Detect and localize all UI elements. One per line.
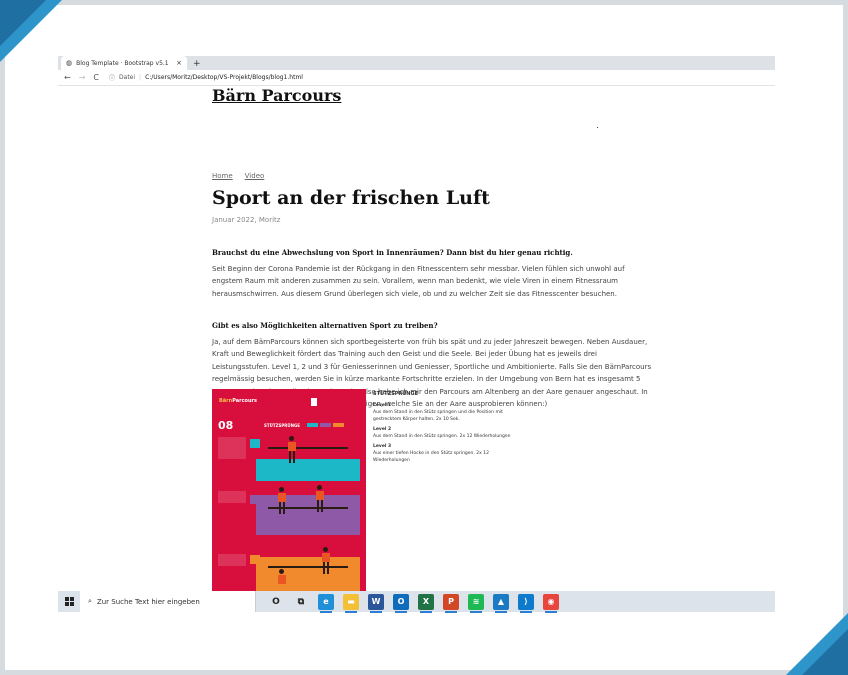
exercise-level-3: Level 3 [373,444,392,449]
browser-tab[interactable]: ◍ Blog Template · Bootstrap v5.1 × [61,56,187,70]
windows-icon [64,597,74,606]
edge-icon[interactable]: e [318,593,334,613]
site-brand-link[interactable]: Bärn Parcours [212,86,652,105]
cortana-icon[interactable]: O [268,594,284,610]
search-icon: ⌕ [88,597,92,605]
new-tab-button[interactable]: + [187,59,207,70]
section-heading-2: Gibt es also Möglichkeiten alternativen … [212,321,438,330]
post-meta: Januar 2022, Moritz [212,216,281,224]
spotify-icon[interactable]: ≋ [468,593,484,613]
info-icon[interactable]: ⓘ [109,73,115,82]
poster-bar [268,566,348,568]
level-chip [320,423,331,427]
poster-number: 08 [218,419,234,432]
post-title: Sport an der frischen Luft [212,187,490,209]
back-button[interactable]: ← [64,73,71,82]
poster-level-chips [307,423,344,427]
poster-band-level-3 [256,557,360,594]
task-view-icon[interactable]: ⧉ [293,594,309,610]
windows-taskbar: ⌕ Zur Suche Text hier eingeben O ⧉ e ▬ W O X P ≋… [58,591,775,613]
url-separator: | [139,74,142,81]
athlete-figure [278,569,286,584]
site-nav: Home Video [212,172,264,180]
word-icon[interactable]: W [368,593,384,613]
exercise-level-2: Level 2 [373,427,392,432]
exercise-level-1-text: Aus dem Stand in den Stütz springen und … [373,410,503,422]
nav-link-home[interactable]: Home [212,172,233,180]
poster-band-level-1 [256,459,360,481]
level-chip [333,423,344,427]
forward-button[interactable]: → [79,73,86,82]
file-explorer-icon[interactable]: ▬ [343,593,359,613]
poster-band-level-2 [256,495,360,535]
poster-title: STÜTZSPRÜNGE [264,423,300,428]
photos-icon[interactable]: ▲ [493,593,509,613]
browser-window: ◍ Blog Template · Bootstrap v5.1 × + ← →… [58,56,775,612]
exercise-title: STÜTZSPRÜNGE [373,391,418,397]
athlete-figure [288,436,296,463]
search-placeholder: Zur Suche Text hier eingeben [96,597,200,606]
blog-page: Bärn Parcours Home Video Sport an der fr… [212,86,652,408]
slide-frame-bottom [0,670,802,675]
taskbar-apps: O ⧉ e ▬ W O X P ≋ ▲ ⟩ ◉ [256,593,559,613]
tab-close-icon[interactable]: × [176,59,182,67]
excel-icon[interactable]: X [418,593,434,613]
address-bar: ← → C ⓘ Datei | C:/Users/Moritz/Desktop/… [58,70,775,86]
url-path[interactable]: C:/Users/Moritz/Desktop/VS-Projekt/Blogs… [145,74,303,81]
poster-logo: BärnParcours [219,398,257,404]
athlete-figure [322,547,330,574]
outlook-icon[interactable]: O [393,593,409,613]
poster-side-text [218,554,246,566]
vscode-icon[interactable]: ⟩ [518,593,534,613]
powerpoint-icon[interactable]: P [443,593,459,613]
poster-seal-icon [311,398,317,406]
reload-button[interactable]: C [93,73,99,82]
exercise-level-2-text: Aus dem Stand in den Stütz springen. 2x … [373,434,511,439]
tab-title: Blog Template · Bootstrap v5.1 [76,59,169,67]
poster-side-text [218,437,246,459]
exercise-level-1: Level 1 [373,403,392,408]
poster-side-text [218,491,246,503]
slide-frame-right [843,0,848,629]
corner-decoration-bottom-right-inner [802,629,848,675]
section-paragraph-1: Seit Beginn der Corona Pandemie ist der … [212,265,625,298]
corner-decoration-top-left-inner [0,0,46,46]
slide-frame-left [0,46,5,675]
exercise-description: STÜTZSPRÜNGE Level 1 Aus dem Stand in de… [373,391,523,464]
slide-frame-top [46,0,848,5]
decorative-dot [597,127,598,128]
exercise-level-3-text: Aus einer tiefen Hocke in den Stütz spri… [373,451,489,463]
athlete-figure [278,487,286,514]
tab-bar: ◍ Blog Template · Bootstrap v5.1 × + [58,56,775,70]
poster-bar [268,447,348,449]
url-field[interactable]: ⓘ Datei | C:/Users/Moritz/Desktop/VS-Pro… [109,73,303,82]
section-heading-1: Brauchst du eine Abwechslung von Sport i… [212,248,573,257]
exercise-poster-image: BärnParcours 08 STÜTZSPRÜNGE [212,389,366,594]
start-button[interactable] [58,597,80,606]
level-chip [307,423,318,427]
chrome-icon[interactable]: ◉ [543,593,559,613]
url-scheme-label: Datei [119,74,136,81]
athlete-figure [316,485,324,512]
taskbar-search-box[interactable]: ⌕ Zur Suche Text hier eingeben [80,591,256,612]
poster-level-marker [250,439,260,448]
favicon-icon: ◍ [66,59,73,67]
nav-link-video[interactable]: Video [245,172,265,180]
